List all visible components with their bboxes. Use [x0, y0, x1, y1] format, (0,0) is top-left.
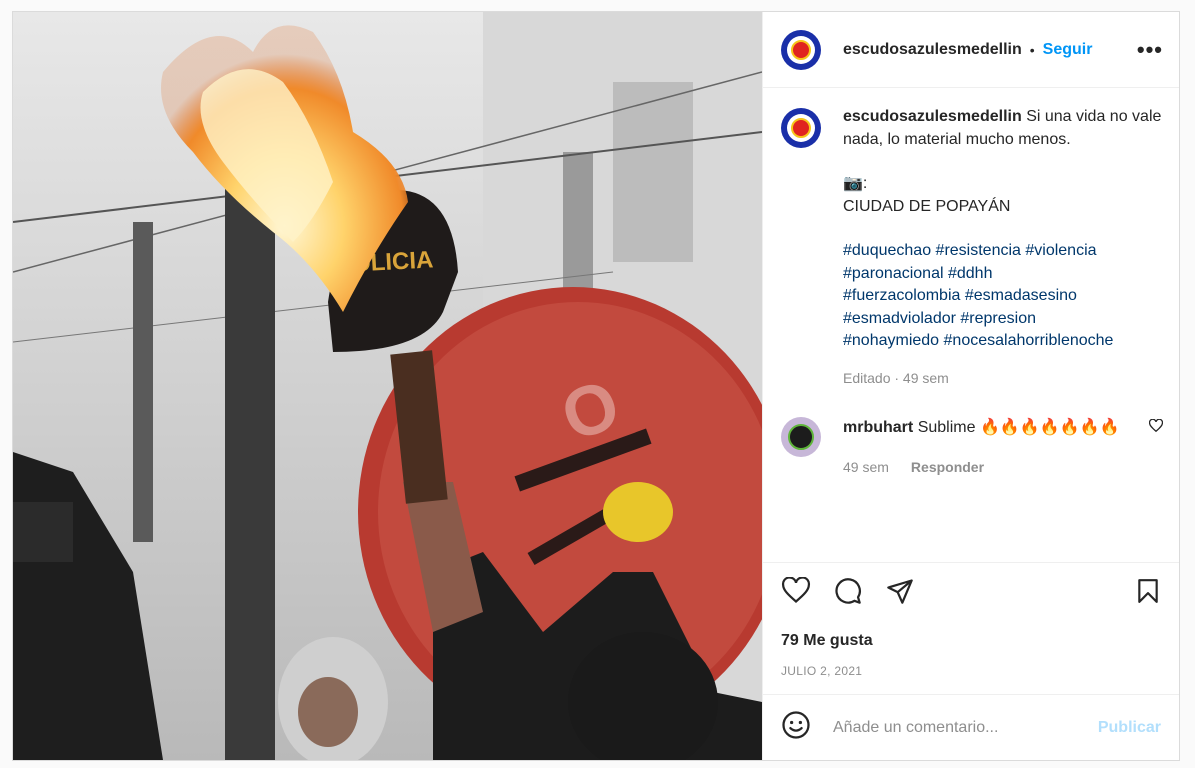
share-paper-plane-icon[interactable] — [885, 577, 915, 605]
save-bookmark-icon[interactable] — [1135, 577, 1161, 605]
author-avatar-ring — [787, 35, 815, 64]
caption-first-paragraph: escudosazulesmedellin Si una vida no val… — [843, 106, 1163, 151]
comment-item: mrbuhart Sublime 🔥🔥🔥🔥🔥🔥🔥 49 sem Responde… — [781, 417, 1164, 478]
post-date: JULIO 2, 2021 — [781, 664, 863, 678]
caption-avatar-ring — [787, 114, 815, 142]
action-bar — [763, 562, 1179, 618]
caption-row: escudosazulesmedellin Si una vida no val… — [781, 106, 1163, 389]
post-header: escudosazulesmedellin • Seguir ••• — [763, 12, 1179, 88]
caption-meta: Editado · 49 sem — [843, 369, 949, 386]
follow-button[interactable]: Seguir — [1043, 41, 1093, 59]
hashtag[interactable]: #fuerzacolombia — [843, 287, 960, 304]
header-separator: • — [1029, 41, 1035, 58]
emoji-smiley-icon[interactable] — [781, 710, 811, 745]
post-sidebar: escudosazulesmedellin • Seguir ••• escud… — [762, 12, 1179, 760]
hashtag[interactable]: #duquechao — [843, 242, 931, 259]
caption-username[interactable]: escudosazulesmedellin — [843, 108, 1022, 125]
likes-count[interactable]: 79 Me gusta — [763, 618, 1179, 650]
caption-avatar-logo — [791, 118, 811, 138]
commenter-avatar-image — [788, 424, 814, 450]
caption-gap-2 — [843, 218, 1163, 240]
caption-body: escudosazulesmedellin Si una vida no val… — [843, 106, 1163, 389]
comments-area: escudosazulesmedellin Si una vida no val… — [763, 88, 1179, 562]
comment-time: 49 sem — [843, 458, 889, 475]
hashtag-list: #duquechao #resistencia #violencia #paro… — [843, 240, 1163, 353]
caption-location: CIUDAD DE POPAYÁN — [843, 197, 1011, 215]
like-heart-icon[interactable] — [781, 576, 811, 605]
comment-line: mrbuhart Sublime 🔥🔥🔥🔥🔥🔥🔥 — [843, 417, 1141, 440]
comment-bubble-icon[interactable] — [833, 577, 863, 605]
hashtag[interactable]: #paronacional — [843, 265, 944, 282]
commenter-username[interactable]: mrbuhart — [843, 419, 913, 436]
reply-button[interactable]: Responder — [911, 456, 984, 479]
post-image[interactable]: O POLICIA — [13, 12, 762, 760]
hashtag[interactable]: #esmadasesino — [965, 287, 1077, 304]
author-avatar[interactable] — [781, 29, 821, 70]
author-username[interactable]: escudosazulesmedellin — [843, 41, 1022, 59]
comment-body: mrbuhart Sublime 🔥🔥🔥🔥🔥🔥🔥 49 sem Responde… — [843, 417, 1141, 478]
comment-meta: 49 sem Responder — [843, 456, 1141, 479]
hashtag[interactable]: #represion — [960, 310, 1036, 327]
hashtag[interactable]: #ddhh — [948, 265, 993, 282]
publish-button[interactable]: Publicar — [1098, 719, 1161, 737]
commenter-avatar[interactable] — [781, 417, 821, 457]
comment-input[interactable] — [831, 717, 1098, 738]
caption-gap — [843, 151, 1163, 173]
hashtag[interactable]: #nocesalahorriblenoche — [944, 332, 1114, 349]
comment-text: Sublime 🔥🔥🔥🔥🔥🔥🔥 — [917, 419, 1120, 436]
more-options-icon[interactable]: ••• — [1137, 38, 1163, 61]
hashtag[interactable]: #nohaymiedo — [843, 332, 939, 349]
hashtag[interactable]: #resistencia — [936, 242, 1021, 259]
hashtag[interactable]: #esmadviolador — [843, 310, 956, 327]
like-comment-icon[interactable] — [1148, 418, 1164, 438]
add-comment-bar: Publicar — [763, 694, 1179, 760]
hashtag[interactable]: #violencia — [1025, 242, 1096, 259]
post-photo: O POLICIA — [13, 12, 762, 760]
author-avatar-logo — [791, 39, 811, 60]
caption-camera-line: 📷: — [843, 175, 868, 192]
caption-author-avatar[interactable] — [781, 108, 821, 148]
post-card: O POLICIA escudosazulesmedellin • Seguir… — [12, 11, 1180, 761]
